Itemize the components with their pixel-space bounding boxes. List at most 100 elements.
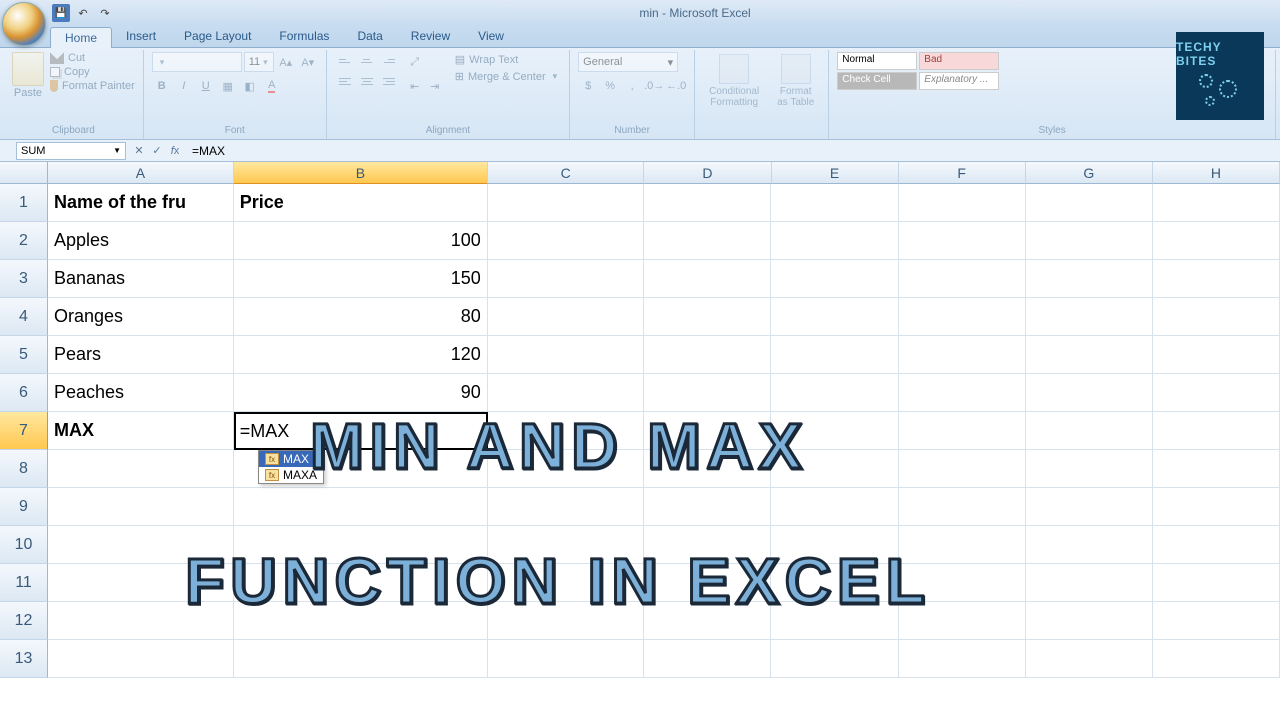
cell-B9[interactable] bbox=[234, 488, 488, 526]
cell-D6[interactable] bbox=[644, 374, 771, 412]
cell-G4[interactable] bbox=[1026, 298, 1153, 336]
enter-formula-button[interactable]: ✓ bbox=[150, 144, 164, 157]
row-header-2[interactable]: 2 bbox=[0, 222, 48, 260]
cell-B7[interactable]: =MAX bbox=[234, 412, 488, 450]
cell-E3[interactable] bbox=[771, 260, 898, 298]
cell-F11[interactable] bbox=[899, 564, 1026, 602]
cell-F3[interactable] bbox=[899, 260, 1026, 298]
col-header-F[interactable]: F bbox=[899, 162, 1026, 184]
autocomplete-item-maxa[interactable]: fxMAXA bbox=[259, 467, 323, 483]
cell-C6[interactable] bbox=[488, 374, 644, 412]
cell-B12[interactable] bbox=[234, 602, 488, 640]
alignment-grid[interactable] bbox=[335, 52, 399, 90]
undo-icon[interactable]: ↶ bbox=[74, 4, 92, 22]
currency-button[interactable]: $ bbox=[578, 76, 598, 96]
cell-D12[interactable] bbox=[644, 602, 771, 640]
tab-home[interactable]: Home bbox=[50, 27, 112, 48]
cell-E8[interactable] bbox=[771, 450, 898, 488]
office-button[interactable] bbox=[2, 2, 46, 46]
cell-H7[interactable] bbox=[1153, 412, 1280, 450]
cell-D3[interactable] bbox=[644, 260, 771, 298]
row-header-9[interactable]: 9 bbox=[0, 488, 48, 526]
cell-G3[interactable] bbox=[1026, 260, 1153, 298]
cell-A3[interactable]: Bananas bbox=[48, 260, 234, 298]
col-header-B[interactable]: B bbox=[234, 162, 488, 184]
cell-D1[interactable] bbox=[644, 184, 771, 222]
col-header-C[interactable]: C bbox=[488, 162, 644, 184]
style-normal[interactable]: Normal bbox=[837, 52, 917, 70]
merge-center-button[interactable]: ⊞Merge & Center bbox=[451, 69, 561, 84]
col-header-A[interactable]: A bbox=[48, 162, 234, 184]
cell-F10[interactable] bbox=[899, 526, 1026, 564]
cell-B13[interactable] bbox=[234, 640, 488, 678]
cell-D13[interactable] bbox=[644, 640, 771, 678]
cell-G12[interactable] bbox=[1026, 602, 1153, 640]
cell-B10[interactable] bbox=[234, 526, 488, 564]
cell-G5[interactable] bbox=[1026, 336, 1153, 374]
underline-button[interactable]: U bbox=[196, 76, 216, 96]
cell-A1[interactable]: Name of the fru bbox=[48, 184, 234, 222]
format-painter-button[interactable]: Format Painter bbox=[50, 80, 135, 92]
paste-button[interactable]: Paste bbox=[14, 87, 42, 99]
style-explanatory[interactable]: Explanatory ... bbox=[919, 72, 999, 90]
cell-A12[interactable] bbox=[48, 602, 234, 640]
cell-F7[interactable] bbox=[899, 412, 1026, 450]
redo-icon[interactable]: ↷ bbox=[96, 4, 114, 22]
cell-C5[interactable] bbox=[488, 336, 644, 374]
cell-F1[interactable] bbox=[899, 184, 1026, 222]
fx-button[interactable]: fx bbox=[168, 145, 182, 157]
cell-F9[interactable] bbox=[899, 488, 1026, 526]
font-color-button[interactable]: A bbox=[262, 76, 282, 96]
save-icon[interactable]: 💾 bbox=[52, 4, 70, 22]
cell-E11[interactable] bbox=[771, 564, 898, 602]
row-header-3[interactable]: 3 bbox=[0, 260, 48, 298]
cut-button[interactable]: Cut bbox=[50, 52, 135, 64]
shrink-font-button[interactable]: A▾ bbox=[298, 52, 318, 72]
cell-H3[interactable] bbox=[1153, 260, 1280, 298]
number-format-combo[interactable]: General▾ bbox=[578, 52, 678, 72]
cell-G10[interactable] bbox=[1026, 526, 1153, 564]
row-header-7[interactable]: 7 bbox=[0, 412, 48, 450]
col-header-H[interactable]: H bbox=[1153, 162, 1280, 184]
comma-button[interactable]: , bbox=[622, 76, 642, 96]
cell-A8[interactable] bbox=[48, 450, 234, 488]
row-header-6[interactable]: 6 bbox=[0, 374, 48, 412]
cell-F6[interactable] bbox=[899, 374, 1026, 412]
row-header-4[interactable]: 4 bbox=[0, 298, 48, 336]
inc-indent-button[interactable]: ⇥ bbox=[425, 76, 445, 96]
bold-button[interactable]: B bbox=[152, 76, 172, 96]
cell-H4[interactable] bbox=[1153, 298, 1280, 336]
fill-color-button[interactable]: ◧ bbox=[240, 76, 260, 96]
cell-E5[interactable] bbox=[771, 336, 898, 374]
cell-H8[interactable] bbox=[1153, 450, 1280, 488]
cell-C4[interactable] bbox=[488, 298, 644, 336]
row-header-11[interactable]: 11 bbox=[0, 564, 48, 602]
cell-D5[interactable] bbox=[644, 336, 771, 374]
cell-grid[interactable]: Name of the fruPriceApples100Bananas150O… bbox=[48, 184, 1280, 678]
cell-D4[interactable] bbox=[644, 298, 771, 336]
col-header-G[interactable]: G bbox=[1026, 162, 1153, 184]
select-all-corner[interactable] bbox=[0, 162, 48, 184]
dec-decimal-button[interactable]: ←.0 bbox=[666, 76, 686, 96]
inc-decimal-button[interactable]: .0→ bbox=[644, 76, 664, 96]
row-header-10[interactable]: 10 bbox=[0, 526, 48, 564]
grow-font-button[interactable]: A▴ bbox=[276, 52, 296, 72]
row-header-13[interactable]: 13 bbox=[0, 640, 48, 678]
cell-D8[interactable] bbox=[644, 450, 771, 488]
col-header-D[interactable]: D bbox=[644, 162, 771, 184]
copy-button[interactable]: Copy bbox=[50, 66, 135, 78]
cell-C1[interactable] bbox=[488, 184, 644, 222]
tab-formulas[interactable]: Formulas bbox=[265, 26, 343, 47]
tab-page-layout[interactable]: Page Layout bbox=[170, 26, 265, 47]
formula-bar[interactable]: =MAX bbox=[188, 144, 1280, 158]
font-name-combo[interactable] bbox=[152, 52, 242, 72]
cell-B1[interactable]: Price bbox=[234, 184, 488, 222]
dec-indent-button[interactable]: ⇤ bbox=[405, 76, 425, 96]
tab-data[interactable]: Data bbox=[343, 26, 396, 47]
cell-A4[interactable]: Oranges bbox=[48, 298, 234, 336]
cell-C11[interactable] bbox=[488, 564, 644, 602]
cell-B4[interactable]: 80 bbox=[234, 298, 488, 336]
cell-D10[interactable] bbox=[644, 526, 771, 564]
cell-F2[interactable] bbox=[899, 222, 1026, 260]
cell-C13[interactable] bbox=[488, 640, 644, 678]
